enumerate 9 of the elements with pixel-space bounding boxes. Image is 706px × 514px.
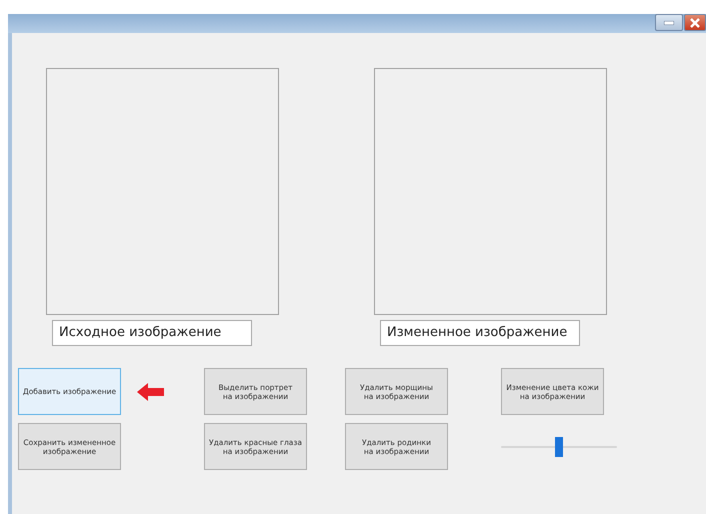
- minimize-icon: [664, 20, 674, 24]
- caption-field[interactable]: Исходное изображение: [52, 320, 252, 346]
- minimize-button[interactable]: [655, 14, 683, 31]
- arrow-icon: [137, 382, 164, 400]
- slider-thumb[interactable]: [555, 436, 563, 456]
- caption-field[interactable]: Измененное изображение: [380, 320, 580, 346]
- skin-slider[interactable]: [501, 436, 617, 456]
- close-icon: [690, 18, 700, 28]
- close-button[interactable]: [684, 14, 706, 31]
